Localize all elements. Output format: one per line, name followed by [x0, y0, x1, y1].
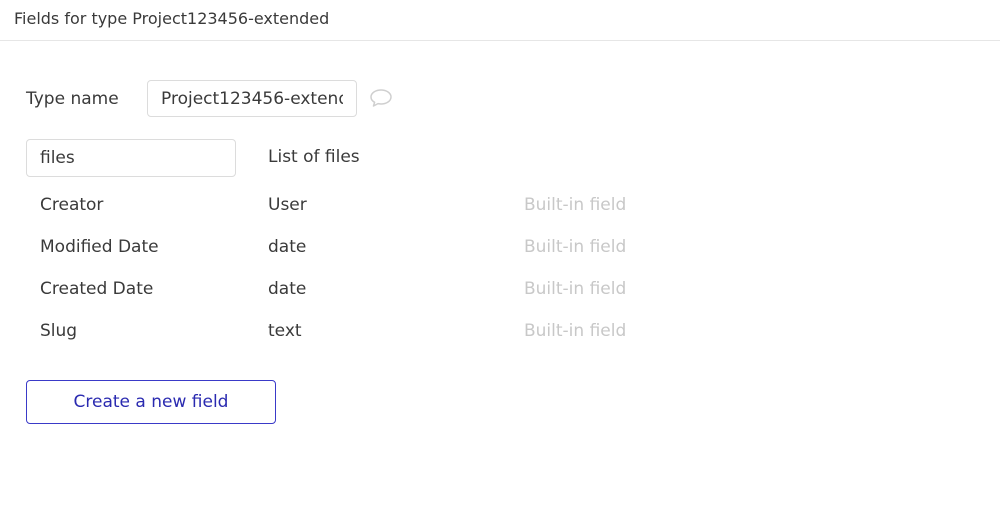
field-type-label: List of files: [268, 147, 360, 167]
field-name-input[interactable]: [26, 139, 236, 177]
builtin-field-type: date: [268, 237, 307, 257]
builtin-field-note: Built-in field: [524, 279, 627, 299]
page-title: Fields for type Project123456-extended: [14, 9, 330, 28]
type-name-label: Type name: [26, 89, 119, 109]
speech-bubble-icon[interactable]: [369, 88, 393, 108]
builtin-field-type: text: [268, 321, 302, 341]
builtin-field-name: Creator: [40, 195, 104, 215]
create-new-field-button[interactable]: Create a new field: [26, 380, 276, 424]
builtin-field-note: Built-in field: [524, 237, 627, 257]
builtin-field-note: Built-in field: [524, 321, 627, 341]
type-name-input[interactable]: [147, 80, 357, 117]
builtin-field-note: Built-in field: [524, 195, 627, 215]
builtin-field-name: Slug: [40, 321, 78, 341]
builtin-field-type: User: [268, 195, 307, 215]
builtin-field-name: Modified Date: [40, 237, 159, 257]
builtin-field-type: date: [268, 279, 307, 299]
page-header: Fields for type Project123456-extended: [0, 0, 1000, 41]
builtin-field-name: Created Date: [40, 279, 154, 299]
